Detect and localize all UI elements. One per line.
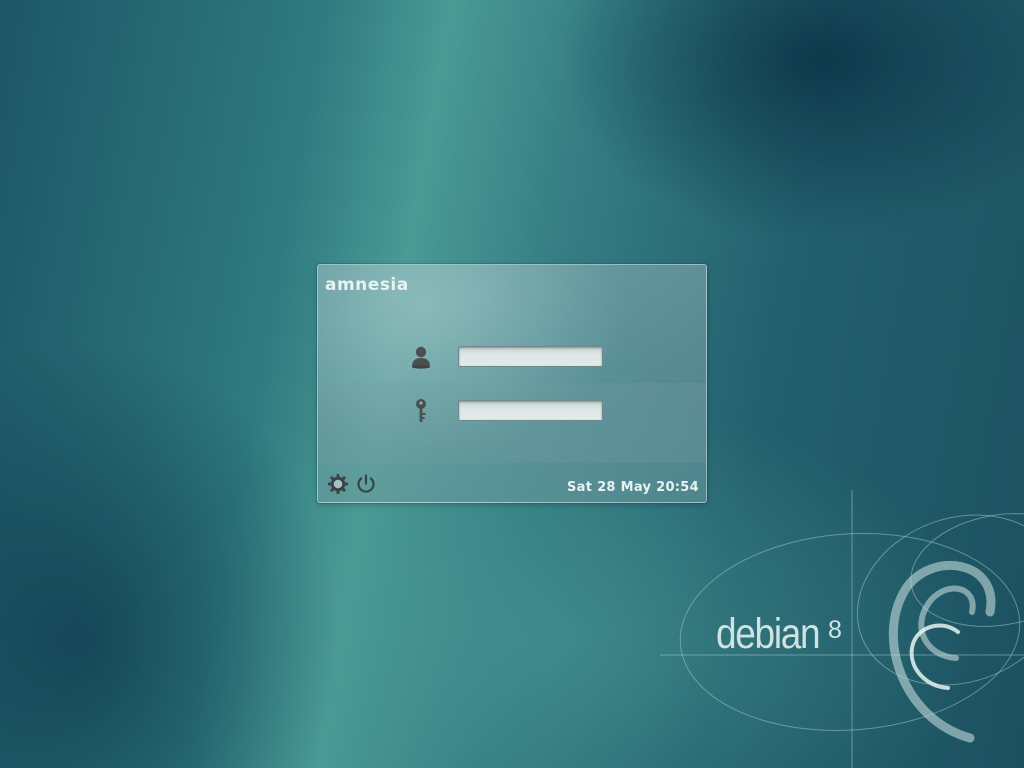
password-row-band xyxy=(318,383,706,463)
login-panel: amnesia Sat 28 May 20:54 xyxy=(317,264,707,503)
debian-wordmark: debian xyxy=(716,610,821,658)
clock-datetime: Sat 28 May 20:54 xyxy=(567,480,699,495)
user-icon xyxy=(410,344,432,370)
password-input[interactable] xyxy=(458,400,603,421)
key-icon xyxy=(413,398,435,424)
hostname-title: amnesia xyxy=(325,275,409,295)
gear-icon[interactable] xyxy=(327,473,349,495)
power-icon[interactable] xyxy=(355,473,377,495)
username-input[interactable] xyxy=(458,346,603,367)
debian-version: 8 xyxy=(828,616,842,644)
